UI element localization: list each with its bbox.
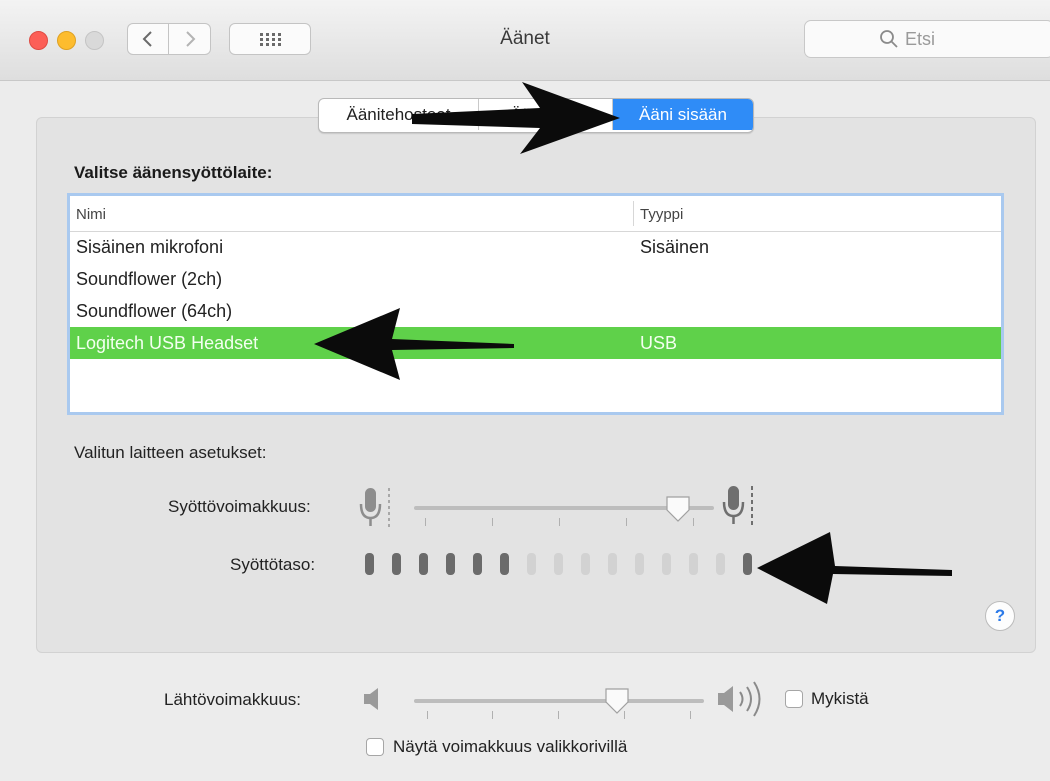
device-settings-heading: Valitun laitteen asetukset: (74, 443, 267, 462)
output-volume-slider[interactable] (414, 699, 704, 703)
table-row[interactable]: Soundflower (64ch) (70, 295, 1001, 327)
level-bar (419, 553, 428, 575)
slider-tick (492, 711, 493, 719)
annotation-arrow-tabs (412, 82, 620, 154)
level-bar (554, 553, 563, 575)
search-field[interactable]: Etsi (804, 20, 1050, 58)
device-name: Soundflower (2ch) (76, 269, 223, 289)
mute-checkbox[interactable] (785, 690, 803, 708)
input-level-label: Syöttötaso: (230, 555, 316, 574)
level-bar (635, 553, 644, 575)
help-button[interactable]: ? (985, 601, 1015, 631)
level-bar (608, 553, 617, 575)
level-bar (500, 553, 509, 575)
annotation-arrow-device (314, 308, 514, 380)
slider-tick (558, 711, 559, 719)
slider-tick (690, 711, 691, 719)
input-device-table: Nimi Tyyppi Sisäinen mikrofoni Sisäinen … (67, 193, 1004, 415)
search-icon (880, 30, 898, 48)
device-type: USB (640, 333, 678, 353)
slider-tick (427, 711, 428, 719)
slider-tick (626, 518, 627, 526)
slider-tick (559, 518, 560, 526)
input-volume-label: Syöttövoimakkuus: (168, 497, 311, 516)
slider-tick (693, 518, 694, 526)
mute-label: Mykistä (811, 689, 869, 708)
search-placeholder: Etsi (905, 28, 936, 49)
show-volume-in-menubar-checkbox[interactable] (366, 738, 384, 756)
table-row[interactable]: Sisäinen mikrofoni Sisäinen (70, 231, 1001, 263)
slider-tick (425, 518, 426, 526)
device-name: Soundflower (64ch) (76, 301, 233, 321)
device-name: Logitech USB Headset (76, 333, 259, 353)
microphone-low-icon (359, 488, 390, 527)
title-bar: Äänet Etsi (0, 0, 1050, 81)
level-bar (743, 553, 752, 575)
slider-tick (492, 518, 493, 526)
device-type: Sisäinen (640, 237, 710, 257)
microphone-high-icon (722, 486, 753, 525)
level-bar (527, 553, 536, 575)
column-header-name[interactable]: Nimi (76, 206, 106, 223)
table-row-selected[interactable]: Logitech USB Headset USB (70, 327, 1001, 359)
level-bar (473, 553, 482, 575)
output-volume-label: Lähtövoimakkuus: (164, 690, 302, 709)
level-bar (662, 553, 671, 575)
annotation-arrow-level (757, 532, 952, 604)
level-bar (446, 553, 455, 575)
show-volume-in-menubar-label: Näytä voimakkuus valikkorivillä (393, 737, 628, 756)
column-header-type[interactable]: Tyyppi (640, 206, 683, 223)
table-header: Nimi Tyyppi (70, 196, 1001, 232)
speaker-high-icon (718, 681, 761, 717)
speaker-low-icon (364, 688, 378, 710)
table-row[interactable]: Soundflower (2ch) (70, 263, 1001, 295)
tab-input[interactable]: Ääni sisään (613, 99, 753, 130)
sound-preferences-window: Äänet Etsi Äänitehosteet Ääni ulos Ääni … (0, 0, 1050, 781)
level-bar (581, 553, 590, 575)
level-bar (365, 553, 374, 575)
column-divider (633, 201, 634, 226)
level-bar (716, 553, 725, 575)
input-device-heading: Valitse äänensyöttölaite: (74, 163, 273, 182)
level-bar (689, 553, 698, 575)
level-bar (392, 553, 401, 575)
output-volume-knob[interactable] (603, 686, 631, 716)
device-name: Sisäinen mikrofoni (76, 237, 224, 257)
input-volume-knob[interactable] (664, 494, 692, 524)
